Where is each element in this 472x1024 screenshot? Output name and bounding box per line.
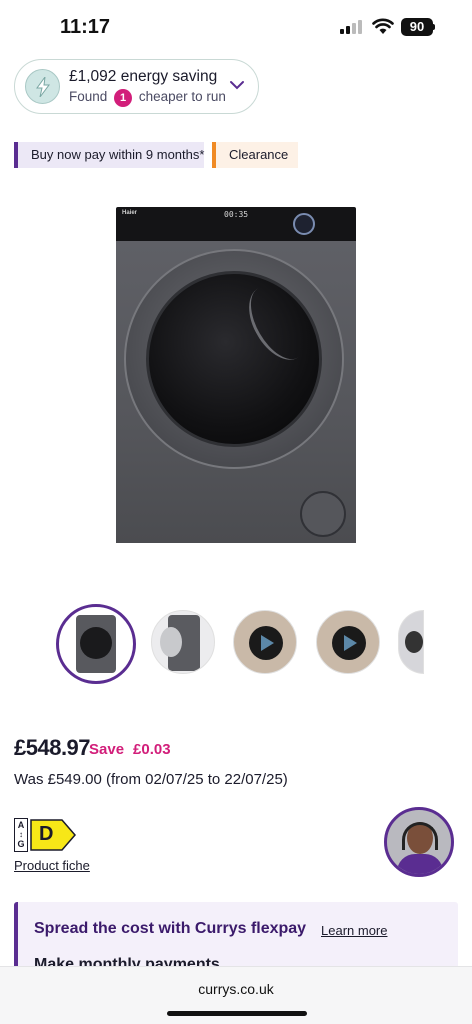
product-fiche-link[interactable]: Product fiche — [14, 858, 90, 873]
home-indicator[interactable] — [167, 1011, 307, 1016]
count-badge: 1 — [114, 89, 133, 107]
control-knob — [293, 213, 315, 235]
door-ring — [124, 249, 344, 469]
thumbnail-detail[interactable] — [398, 610, 424, 674]
door-glass — [146, 271, 322, 447]
clearance-tag: Clearance — [212, 142, 298, 168]
gallery-thumbnails — [0, 604, 472, 686]
thumbnail-open-door[interactable] — [151, 610, 215, 674]
save-amount: Save £0.03 — [89, 741, 171, 758]
energy-rating-label[interactable]: A ↕ G D — [14, 818, 76, 852]
product-image[interactable]: Haier 00:35 — [116, 207, 356, 543]
energy-rating-letter: D — [39, 823, 54, 845]
url-text[interactable]: currys.co.uk — [0, 981, 472, 997]
battery-icon: 90 — [401, 18, 433, 36]
found-label: Found — [69, 89, 108, 104]
buy-now-pay-later-tag: Buy now pay within 9 months* — [14, 142, 204, 168]
control-panel: Haier 00:35 — [116, 207, 356, 241]
brand-logo: Haier — [122, 210, 138, 216]
energy-saving-pill[interactable]: £1,092 energy saving Found 1 cheaper to … — [14, 59, 259, 114]
was-price: Was £549.00 (from 02/07/25 to 22/07/25) — [14, 771, 288, 788]
battery-nub — [433, 24, 435, 30]
detergent-dial — [300, 491, 346, 537]
scale-bottom: G — [17, 839, 25, 849]
cheaper-label: cheaper to run — [138, 89, 226, 104]
play-icon — [249, 626, 283, 660]
status-bar: 11:17 90 — [0, 0, 472, 56]
thumbnail-video-2[interactable] — [316, 610, 380, 674]
avatar-body — [397, 854, 443, 874]
lightning-bolt-icon — [25, 69, 60, 104]
energy-saving-subtitle: Found 1 cheaper to run — [69, 89, 226, 107]
scale-top: A — [17, 820, 25, 830]
energy-scale: A ↕ G — [14, 818, 28, 852]
chevron-down-icon[interactable] — [229, 79, 245, 91]
machine-display: 00:35 — [224, 210, 249, 219]
save-label: Save — [89, 741, 125, 758]
learn-more-link[interactable]: Learn more — [321, 923, 387, 938]
machine-body — [116, 241, 356, 543]
cellular-signal-icon — [340, 20, 364, 34]
chat-agent-avatar[interactable] — [384, 807, 454, 877]
wifi-icon — [372, 18, 394, 34]
product-price: £548.97 — [14, 735, 91, 760]
thumbnail-front[interactable] — [56, 604, 136, 684]
status-time: 11:17 — [60, 16, 111, 38]
save-value: £0.03 — [133, 741, 171, 758]
energy-saving-title: £1,092 energy saving — [69, 68, 218, 85]
play-icon — [332, 626, 366, 660]
headset-icon — [402, 822, 438, 850]
thumbnail-video-1[interactable] — [233, 610, 297, 674]
flexpay-title: Spread the cost with Currys flexpay — [34, 920, 307, 937]
